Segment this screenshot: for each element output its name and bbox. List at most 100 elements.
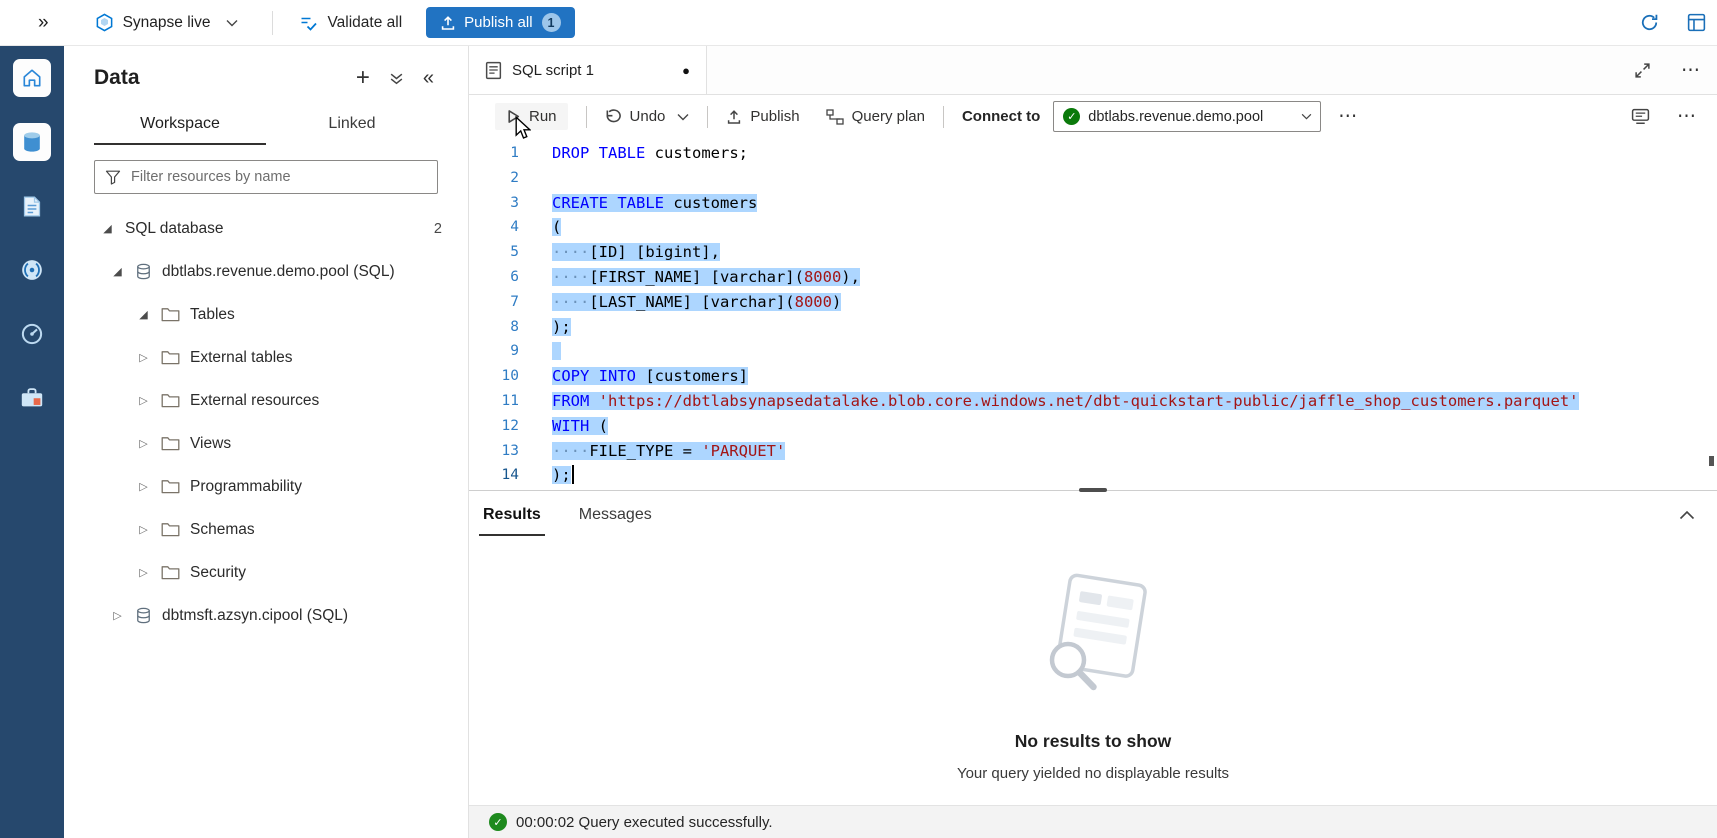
- database-icon: [13, 123, 51, 161]
- top-command-bar: » Synapse live Validate all Publish all …: [0, 0, 1717, 46]
- tab-linked[interactable]: Linked: [266, 106, 438, 145]
- tab-messages[interactable]: Messages: [575, 494, 656, 536]
- table-properties-icon[interactable]: [1686, 12, 1707, 33]
- code-line-3[interactable]: 3CREATE TABLE customers: [469, 191, 1717, 216]
- code-line-1[interactable]: 1DROP TABLE customers;: [469, 141, 1717, 166]
- publish-button[interactable]: Publish: [726, 108, 799, 125]
- undo-button[interactable]: Undo: [605, 108, 666, 125]
- tree-item-label: Security: [190, 564, 246, 582]
- collapsed-triangle-icon[interactable]: ▷: [136, 480, 151, 493]
- code-line-11[interactable]: 11FROM 'https://dbtlabsynapsedatalake.bl…: [469, 389, 1717, 414]
- code-line-10[interactable]: 10COPY INTO [customers]: [469, 364, 1717, 389]
- tree-item-label: External resources: [190, 392, 319, 410]
- query-status-bar: ✓ 00:00:02 Query executed successfully.: [469, 805, 1717, 838]
- undo-icon: [605, 109, 622, 124]
- code-line-6[interactable]: 6····[FIRST_NAME] [varchar](8000),: [469, 265, 1717, 290]
- tab-workspace[interactable]: Workspace: [94, 106, 266, 145]
- code-line-12[interactable]: 12WITH (: [469, 414, 1717, 439]
- line-number: 3: [469, 191, 519, 216]
- resource-tree: ◢ SQL database 2 ◢ dbtlabs.revenue.demo.pool…: [64, 207, 468, 637]
- query-plan-icon: [826, 109, 844, 125]
- sql-code-editor[interactable]: 1DROP TABLE customers;23CREATE TABLE cus…: [469, 138, 1717, 490]
- panel-title: Data: [94, 66, 140, 90]
- validate-all-button[interactable]: Validate all: [299, 14, 402, 32]
- collapse-panel-icon[interactable]: «: [423, 68, 434, 88]
- text-cursor: [572, 465, 574, 484]
- tree-item-security[interactable]: ▷ Security: [64, 551, 468, 594]
- tree-item-programmability[interactable]: ▷Programmability: [64, 465, 468, 508]
- folder-icon: [161, 479, 180, 494]
- collapse-all-icon[interactable]: [389, 71, 404, 86]
- nav-item-data[interactable]: [0, 110, 64, 174]
- nav-item-integrate[interactable]: [0, 238, 64, 302]
- toolbar-more-icon[interactable]: ⋯: [1338, 107, 1358, 126]
- tab-more-icon[interactable]: ⋯: [1681, 61, 1701, 80]
- collapsed-triangle-icon[interactable]: ▷: [136, 566, 151, 579]
- tree-item-label: dbtlabs.revenue.demo.pool (SQL): [162, 263, 395, 281]
- tree-item-schemas[interactable]: ▷Schemas: [64, 508, 468, 551]
- folder-icon: [161, 307, 180, 322]
- code-line-5[interactable]: 5····[ID] [bigint],: [469, 240, 1717, 265]
- tree-item-external-resources[interactable]: ▷ External resources: [64, 379, 468, 422]
- code-line-4[interactable]: 4(: [469, 215, 1717, 240]
- expand-editor-icon[interactable]: [1634, 62, 1651, 79]
- query-plan-label: Query plan: [852, 108, 925, 125]
- collapsed-triangle-icon[interactable]: ▷: [136, 437, 151, 450]
- expanded-triangle-icon[interactable]: ◢: [136, 308, 151, 321]
- line-number: 10: [469, 364, 519, 389]
- folder-icon: [161, 522, 180, 537]
- collapsed-triangle-icon[interactable]: ▷: [110, 609, 125, 622]
- code-line-2[interactable]: 2: [469, 166, 1717, 191]
- collapsed-triangle-icon[interactable]: ▷: [136, 351, 151, 364]
- nav-item-develop[interactable]: [0, 174, 64, 238]
- editor-more-icon[interactable]: ⋯: [1677, 107, 1697, 126]
- undo-dropdown-icon[interactable]: [677, 113, 689, 121]
- code-line-13[interactable]: 13····FILE_TYPE = 'PARQUET': [469, 439, 1717, 464]
- divider: [272, 11, 273, 35]
- tree-item-label: Tables: [190, 306, 235, 324]
- tab-results[interactable]: Results: [479, 494, 545, 536]
- tree-item-count: 2: [434, 221, 442, 237]
- nav-item-manage[interactable]: [0, 366, 64, 430]
- panel-resize-handle[interactable]: [1079, 488, 1107, 492]
- nav-expand-icon[interactable]: »: [38, 13, 49, 32]
- nav-item-home[interactable]: [0, 46, 64, 110]
- publish-all-button[interactable]: Publish all 1: [426, 7, 574, 38]
- undo-label: Undo: [630, 108, 666, 125]
- tree-item-label: SQL database: [125, 220, 224, 238]
- code-line-9[interactable]: 9: [469, 339, 1717, 364]
- run-button[interactable]: Run: [495, 103, 568, 130]
- tree-item-sql-database[interactable]: ◢ SQL database 2: [64, 207, 468, 250]
- collapsed-triangle-icon[interactable]: ▷: [136, 394, 151, 407]
- expanded-triangle-icon[interactable]: ◢: [100, 222, 115, 235]
- code-line-8[interactable]: 8);: [469, 315, 1717, 340]
- tree-item-label: Views: [190, 435, 231, 453]
- tree-item-dbtmsft-azsyn-cipool-sql[interactable]: ▷dbtmsft.azsyn.cipool (SQL): [64, 594, 468, 637]
- code-line-14[interactable]: 14);: [469, 463, 1717, 488]
- filter-resources-input[interactable]: [94, 160, 438, 194]
- publish-count-badge: 1: [542, 13, 561, 32]
- gauge-icon: [13, 315, 51, 353]
- properties-icon[interactable]: [1631, 108, 1650, 125]
- expanded-triangle-icon[interactable]: ◢: [110, 265, 125, 278]
- tree-item-views[interactable]: ▷ Views: [64, 422, 468, 465]
- refresh-icon[interactable]: [1639, 12, 1660, 33]
- tab-sql-script-1[interactable]: SQL script 1 ●: [469, 46, 707, 94]
- collapsed-triangle-icon[interactable]: ▷: [136, 523, 151, 536]
- code-line-7[interactable]: 7····[LAST_NAME] [varchar](8000): [469, 290, 1717, 315]
- mode-selector[interactable]: Synapse live: [95, 13, 239, 32]
- nav-item-monitor[interactable]: [0, 302, 64, 366]
- data-explorer-panel: Data + « Workspace Linked ◢ SQL database 2…: [64, 46, 469, 838]
- line-number: 1: [469, 141, 519, 166]
- validate-all-label: Validate all: [327, 14, 402, 32]
- pipeline-icon: [13, 251, 51, 289]
- tree-item-tables[interactable]: ◢ Tables: [64, 293, 468, 336]
- tree-item-dbtlabs-revenue-demo-pool-sql[interactable]: ◢ dbtlabs.revenue.demo.pool (SQL): [64, 250, 468, 293]
- publish-all-label: Publish all: [464, 14, 532, 31]
- query-plan-button[interactable]: Query plan: [826, 108, 925, 125]
- tree-item-external-tables[interactable]: ▷External tables: [64, 336, 468, 379]
- pool-select-dropdown[interactable]: ✓ dbtlabs.revenue.demo.pool: [1053, 101, 1321, 132]
- unsaved-dot-icon: ●: [682, 63, 690, 78]
- add-resource-button[interactable]: +: [356, 66, 370, 90]
- collapse-results-icon[interactable]: [1679, 510, 1695, 520]
